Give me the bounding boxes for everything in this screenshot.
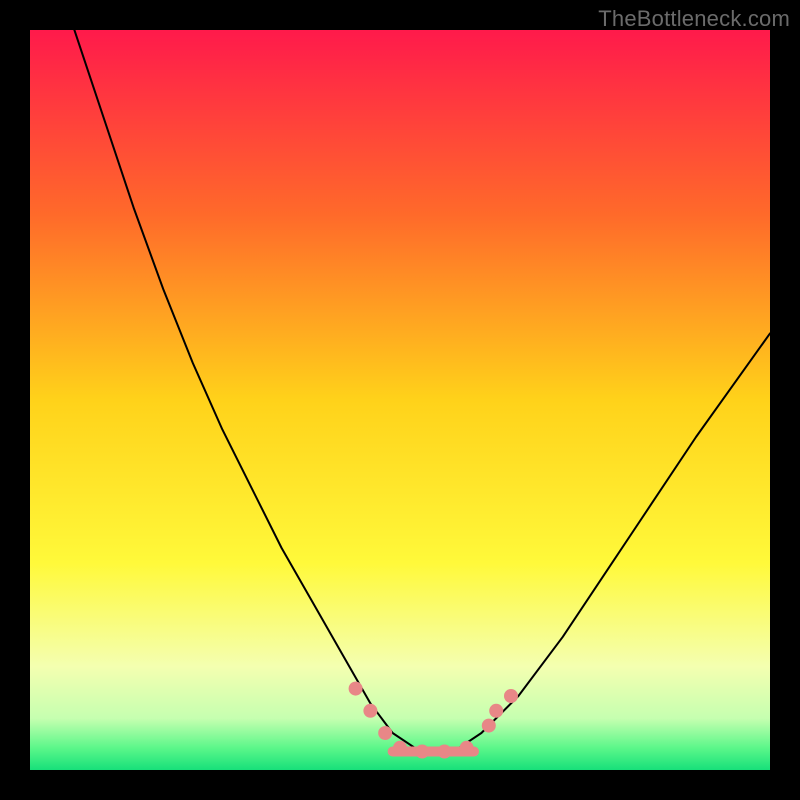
valley-marker (363, 704, 377, 718)
valley-marker (460, 741, 474, 755)
bottleneck-chart (30, 30, 770, 770)
valley-marker (437, 745, 451, 759)
valley-marker (482, 719, 496, 733)
gradient-background (30, 30, 770, 770)
plot-area (30, 30, 770, 770)
valley-marker (349, 682, 363, 696)
valley-marker (415, 745, 429, 759)
chart-frame: TheBottleneck.com (0, 0, 800, 800)
watermark-text: TheBottleneck.com (598, 6, 790, 32)
valley-marker (504, 689, 518, 703)
valley-marker (393, 741, 407, 755)
valley-marker (378, 726, 392, 740)
valley-marker (489, 704, 503, 718)
